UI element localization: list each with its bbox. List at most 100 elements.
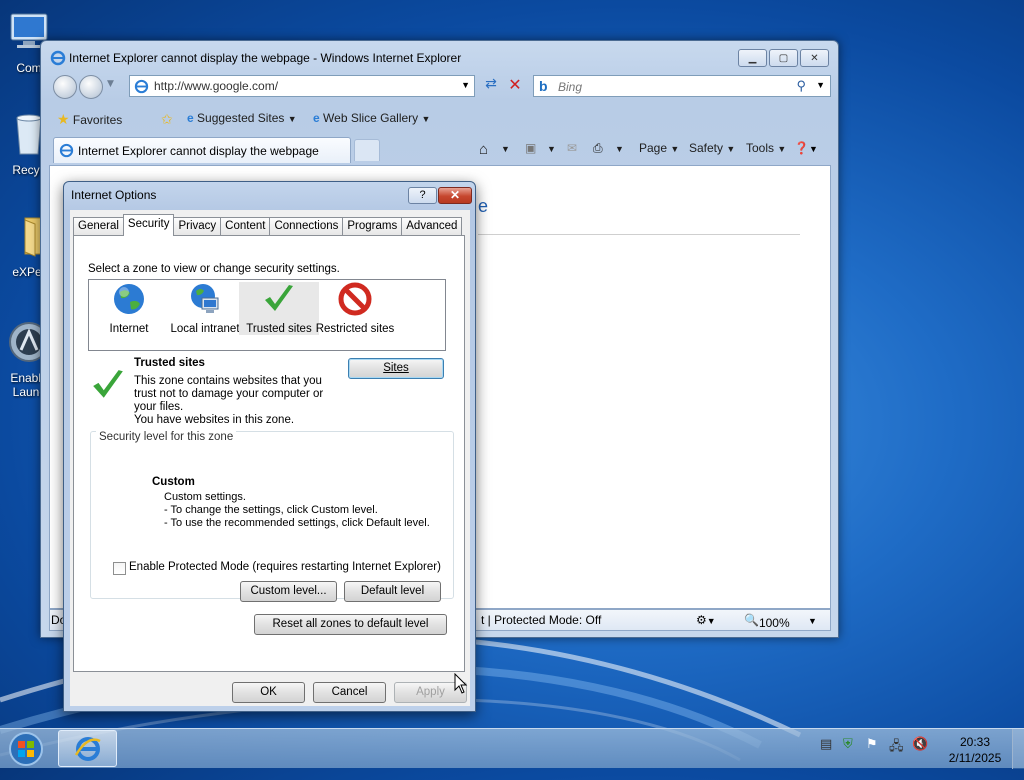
mouse-cursor-icon bbox=[454, 673, 468, 694]
intranet-icon bbox=[191, 284, 219, 313]
default-level-button[interactable]: Default level bbox=[344, 581, 441, 602]
caption-buttons: ▁ ▢ ✕ bbox=[738, 49, 829, 67]
reset-all-zones-button[interactable]: Reset all zones to default level bbox=[254, 614, 447, 635]
page-menu[interactable]: Page ▼ bbox=[639, 141, 679, 155]
zone-internet[interactable]: Internet bbox=[89, 282, 169, 335]
volume-muted-icon[interactable]: 🔇 bbox=[912, 737, 928, 753]
dialog-help-button[interactable]: ? bbox=[408, 187, 437, 204]
security-level-line: - To change the settings, click Custom l… bbox=[164, 504, 378, 516]
security-tab-panel: Select a zone to view or change security… bbox=[73, 235, 465, 672]
print-icon[interactable]: ⎙ bbox=[593, 141, 603, 156]
home-icon[interactable]: ⌂ bbox=[479, 141, 488, 158]
sites-button[interactable]: Sites bbox=[348, 358, 444, 379]
tab-programs[interactable]: Programs bbox=[342, 217, 403, 236]
add-to-favorites-bar-button[interactable]: ✩ bbox=[161, 111, 173, 128]
security-level-line: - To use the recommended settings, click… bbox=[164, 517, 430, 529]
action-center-notes-icon[interactable]: ▤ bbox=[820, 737, 836, 753]
zoom-dropdown-icon[interactable]: ▼ bbox=[808, 616, 817, 626]
tab-connections[interactable]: Connections bbox=[269, 217, 344, 236]
tab-general[interactable]: General bbox=[73, 217, 124, 236]
feeds-dropdown-icon[interactable]: ▼ bbox=[547, 144, 556, 154]
tools-menu[interactable]: Tools ▼ bbox=[746, 141, 786, 155]
forward-button[interactable] bbox=[79, 75, 103, 99]
security-zone-icon[interactable]: ⚙ ▼ bbox=[696, 613, 716, 627]
address-dropdown-icon[interactable]: ▼ bbox=[461, 80, 470, 90]
tab-advanced[interactable]: Advanced bbox=[401, 217, 463, 236]
search-dropdown-icon[interactable]: ▼ bbox=[816, 80, 825, 90]
start-button[interactable] bbox=[6, 731, 46, 767]
feeds-icon[interactable]: ▣ bbox=[525, 141, 536, 155]
checkmark-icon bbox=[265, 285, 293, 311]
zone-restricted-sites[interactable]: Restricted sites bbox=[315, 282, 395, 335]
address-bar[interactable]: http://www.google.com/ ▼ bbox=[129, 75, 475, 97]
trusted-sites-checkmark-icon bbox=[93, 370, 123, 398]
safety-menu[interactable]: Safety ▼ bbox=[689, 141, 735, 155]
page-icon bbox=[134, 79, 149, 94]
security-level-details: Custom settings. - To change the setting… bbox=[164, 491, 430, 530]
tab-privacy[interactable]: Privacy bbox=[173, 217, 222, 236]
chevron-down-icon: ▼ bbox=[421, 114, 431, 124]
minimize-button[interactable]: ▁ bbox=[738, 49, 767, 67]
tools-menu-label: Tools bbox=[746, 141, 775, 155]
favorites-button[interactable]: ★ Favorites bbox=[57, 111, 122, 128]
clock[interactable]: 20:33 2/11/2025 bbox=[944, 734, 1006, 766]
zone-list: Internet Local intranet Trusted sites Re… bbox=[88, 279, 446, 351]
favorites-label: Favorites bbox=[72, 113, 123, 127]
globe-icon bbox=[114, 284, 144, 314]
protected-mode-checkbox[interactable] bbox=[113, 562, 126, 575]
favorites-bar: ★ Favorites ✩ e Suggested Sites ▼ e Web … bbox=[49, 105, 831, 133]
taskbar: ▤ ⛨ ⚑ 🖧 🔇 20:33 2/11/2025 bbox=[0, 728, 1024, 769]
search-placeholder: Bing bbox=[558, 80, 583, 94]
system-tray: ▤ ⛨ ⚑ 🖧 🔇 bbox=[820, 737, 928, 761]
suggested-sites-button[interactable]: e Suggested Sites ▼ bbox=[187, 111, 297, 125]
tab-page-icon bbox=[59, 143, 74, 158]
error-heading-fragment: e bbox=[478, 196, 489, 216]
zone-trusted-sites[interactable]: Trusted sites bbox=[239, 282, 319, 335]
dialog-body: General Security Privacy Content Connect… bbox=[70, 210, 470, 706]
new-tab-button[interactable] bbox=[354, 139, 380, 161]
close-button[interactable]: ✕ bbox=[800, 49, 829, 67]
zone-label: Trusted sites bbox=[246, 323, 312, 335]
internet-options-dialog: Internet Options ? ✕ General Security Pr… bbox=[63, 181, 476, 712]
browser-tab-active[interactable]: Internet Explorer cannot display the web… bbox=[53, 137, 351, 163]
network-icon[interactable]: 🖧 bbox=[889, 737, 905, 754]
security-level-name: Custom bbox=[152, 476, 195, 488]
safety-menu-label: Safety bbox=[689, 141, 724, 155]
restricted-icon bbox=[338, 282, 372, 316]
show-desktop-button[interactable] bbox=[1012, 729, 1024, 769]
zone-local-intranet[interactable]: Local intranet bbox=[165, 282, 245, 335]
bing-icon: b bbox=[539, 78, 548, 94]
taskbar-internet-explorer[interactable] bbox=[58, 730, 117, 767]
dialog-close-button[interactable]: ✕ bbox=[438, 187, 472, 204]
search-icon[interactable]: ⚲ bbox=[796, 78, 806, 94]
recent-pages-dropdown-icon[interactable]: ▼ bbox=[107, 79, 114, 89]
read-mail-icon[interactable]: ✉ bbox=[567, 141, 577, 155]
selected-zone-note: You have websites in this zone. bbox=[134, 414, 295, 426]
ie-page-icon: e bbox=[313, 111, 320, 125]
selected-zone-description: This zone contains websites that you tru… bbox=[134, 375, 324, 413]
dialog-tabs: General Security Privacy Content Connect… bbox=[73, 214, 463, 236]
stop-icon[interactable]: ✕ bbox=[505, 75, 525, 95]
tab-security[interactable]: Security bbox=[122, 214, 175, 236]
search-box[interactable]: b Bing ⚲ ▼ bbox=[533, 75, 831, 97]
security-shield-icon[interactable]: ⛨ bbox=[843, 737, 859, 753]
zone-label: Restricted sites bbox=[315, 323, 395, 335]
maximize-button[interactable]: ▢ bbox=[769, 49, 798, 67]
refresh-icon[interactable]: ⇄ bbox=[481, 76, 501, 96]
security-level-legend: Security level for this zone bbox=[96, 431, 237, 443]
web-slice-gallery-button[interactable]: e Web Slice Gallery ▼ bbox=[313, 111, 430, 125]
tab-content[interactable]: Content bbox=[220, 217, 271, 236]
zoom-control[interactable]: 🔍 100% bbox=[744, 613, 790, 630]
help-icon[interactable]: ❓▼ bbox=[794, 141, 818, 155]
print-dropdown-icon[interactable]: ▼ bbox=[615, 144, 624, 154]
cancel-button[interactable]: Cancel bbox=[313, 682, 386, 703]
home-dropdown-icon[interactable]: ▼ bbox=[501, 144, 510, 154]
ie-page-icon: e bbox=[187, 111, 194, 125]
zone-label: Local intranet bbox=[170, 323, 240, 335]
navigation-bar: ▼ http://www.google.com/ ▼ ⇄ ✕ b Bing ⚲ … bbox=[49, 73, 831, 101]
tab-title: Internet Explorer cannot display the web… bbox=[78, 144, 319, 158]
custom-level-button[interactable]: Custom level... bbox=[240, 581, 337, 602]
flag-icon[interactable]: ⚑ bbox=[866, 737, 882, 753]
back-button[interactable] bbox=[53, 75, 77, 99]
ok-button[interactable]: OK bbox=[232, 682, 305, 703]
